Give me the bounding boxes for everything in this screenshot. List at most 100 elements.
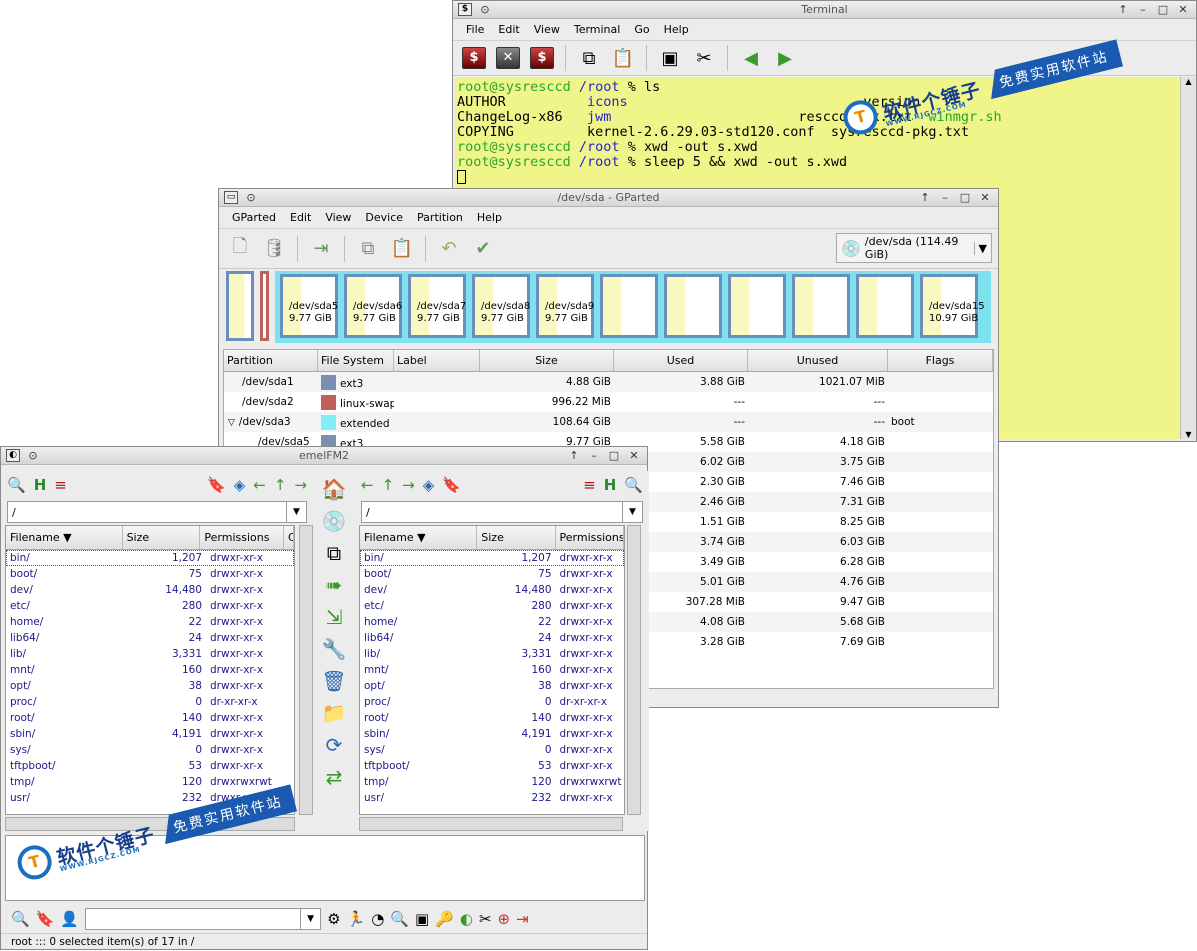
fullscreen-button[interactable]: ▣ [655, 43, 685, 73]
scroll-up-icon[interactable]: ▲ [1181, 77, 1196, 86]
terminal-icon[interactable]: ▣ [415, 910, 429, 928]
undo-button[interactable]: ↶ [434, 234, 464, 264]
scroll-down-icon[interactable]: ▼ [1181, 430, 1196, 439]
table-row[interactable]: /dev/sda2 linux-swap 996.22 MiB --- --- [224, 392, 993, 412]
menu-terminal[interactable]: Terminal [567, 23, 628, 36]
minimize-icon[interactable]: – [1136, 3, 1150, 17]
menu-go[interactable]: Go [627, 23, 656, 36]
partition-box-logical[interactable] [792, 274, 850, 338]
emelfm-app-icon[interactable]: ◐ [6, 448, 20, 462]
partition-box-logical[interactable] [728, 274, 786, 338]
list-item[interactable]: bin/1,207 drwxr-xr-x [360, 550, 624, 566]
chevron-down-icon[interactable]: ▼ [286, 502, 306, 522]
run-icon[interactable]: 🏃 [347, 910, 366, 928]
bookmark-add-icon[interactable]: 🔖 [36, 910, 55, 928]
right-vscroll[interactable] [627, 525, 641, 815]
list-item[interactable]: sbin/4,191 drwxr-xr-x [6, 726, 294, 742]
home-icon[interactable]: 🏠 [322, 477, 347, 501]
partition-box-logical[interactable] [664, 274, 722, 338]
copy-button[interactable]: ⧉ [353, 234, 383, 264]
list-item[interactable]: sys/0 drwxr-xr-x [360, 742, 624, 758]
list-item[interactable]: tmp/120 drwxrwxrwt [6, 774, 294, 790]
find-icon[interactable]: 🔍 [7, 476, 26, 494]
menu-view[interactable]: View [527, 23, 567, 36]
close-icon[interactable]: ✕ [1176, 3, 1190, 17]
partition-box-logical[interactable] [856, 274, 914, 338]
trash-icon[interactable]: 🗑 [321, 669, 346, 693]
partition-box-logical[interactable]: /dev/sda5 9.77 GiB [280, 274, 338, 338]
list-item[interactable]: mnt/160 drwxr-xr-x [360, 662, 624, 678]
delete-partition-button[interactable]: 🛢 [259, 234, 289, 264]
list-item[interactable]: boot/75 drwxr-xr-x [360, 566, 624, 582]
partition-box-logical[interactable]: /dev/sda9 9.77 GiB [536, 274, 594, 338]
menu-help[interactable]: Help [657, 23, 696, 36]
forward-icon[interactable]: → [402, 476, 415, 494]
home-h-icon[interactable]: H [34, 476, 47, 494]
user-icon[interactable]: 👤 [60, 910, 79, 928]
col-flags[interactable]: Flags [888, 350, 993, 371]
next-tab-button[interactable]: ▶ [770, 43, 800, 73]
close-icon[interactable]: ✕ [978, 191, 992, 205]
list-item[interactable]: tmp/120 drwxrwxrwt [360, 774, 624, 790]
prev-tab-button[interactable]: ◀ [736, 43, 766, 73]
chart-icon[interactable]: ◔ [371, 910, 384, 928]
right-hscroll[interactable] [359, 817, 623, 831]
chmod-icon[interactable]: 🔧 [322, 637, 347, 661]
list-item[interactable]: opt/38 drwxr-xr-x [360, 678, 624, 694]
swap-panes-icon[interactable]: ⇄ [326, 765, 343, 789]
zoom-icon[interactable]: 🔍 [390, 910, 409, 928]
maximize-icon[interactable]: □ [958, 191, 972, 205]
col-filename[interactable]: Filename ▼ [360, 526, 478, 549]
partition-box-sda1[interactable] [226, 271, 254, 341]
expander-icon[interactable]: ▽ [228, 418, 235, 428]
move-icon[interactable]: ➠ [326, 573, 343, 597]
list-item[interactable]: root/140 drwxr-xr-x [6, 710, 294, 726]
raise-icon[interactable]: ↑ [1116, 3, 1130, 17]
window-menu-icon[interactable]: ⊙ [26, 449, 40, 463]
copy-icon[interactable]: ⧉ [327, 541, 341, 565]
list-item[interactable]: tftpboot/53 drwxr-xr-x [6, 758, 294, 774]
apply-button[interactable]: ✔ [468, 234, 498, 264]
partition-box-logical[interactable]: /dev/sda6 9.77 GiB [344, 274, 402, 338]
col-label[interactable]: Label [394, 350, 480, 371]
chevron-down-icon[interactable]: ▼ [300, 909, 320, 929]
list-item[interactable]: proc/0 dr-xr-xr-x [360, 694, 624, 710]
terminal-titlebar[interactable]: $ ⊙ Terminal ↑ – □ ✕ [453, 1, 1196, 19]
col-used[interactable]: Used [614, 350, 748, 371]
col-unused[interactable]: Unused [748, 350, 888, 371]
col-size[interactable]: Size [123, 526, 201, 549]
list-item[interactable]: mnt/160 drwxr-xr-x [6, 662, 294, 678]
exit-icon[interactable]: ⇥ [516, 910, 529, 928]
gparted-app-icon[interactable]: ▭ [224, 190, 238, 204]
back-icon[interactable]: ← [253, 476, 266, 494]
col-permissions[interactable]: Permissions [556, 526, 624, 549]
link-icon[interactable]: ⇲ [326, 605, 343, 629]
col-size[interactable]: Size [477, 526, 556, 549]
col-size[interactable]: Size [480, 350, 614, 371]
list-item[interactable]: dev/14,480 drwxr-xr-x [6, 582, 294, 598]
preferences-button[interactable]: ✂ [689, 43, 719, 73]
list-item[interactable]: proc/0 dr-xr-xr-x [6, 694, 294, 710]
menu-file[interactable]: File [459, 23, 491, 36]
menu-edit[interactable]: Edit [491, 23, 526, 36]
left-vscroll[interactable] [299, 525, 313, 815]
menu-view[interactable]: View [318, 211, 358, 224]
list-item[interactable]: lib/3,331 drwxr-xr-x [6, 646, 294, 662]
list-item[interactable]: lib64/24 drwxr-xr-x [6, 630, 294, 646]
resize-move-button[interactable]: ⇥ [306, 234, 336, 264]
help-icon[interactable]: ⊕ [498, 910, 511, 928]
partition-box-logical[interactable] [600, 274, 658, 338]
terminal-scrollbar[interactable]: ▲ ▼ [1180, 77, 1196, 439]
back-icon[interactable]: ← [361, 476, 374, 494]
copy-button[interactable]: ⧉ [574, 43, 604, 73]
menu-partition[interactable]: Partition [410, 211, 470, 224]
menu-gparted[interactable]: GParted [225, 211, 283, 224]
refresh-icon[interactable]: ⟳ [326, 733, 343, 757]
right-path-input[interactable]: / ▼ [361, 501, 643, 523]
tool-icon[interactable]: ⚙ [327, 910, 340, 928]
list-item[interactable]: sbin/4,191 drwxr-xr-x [360, 726, 624, 742]
new-partition-button[interactable]: 🗋 [225, 234, 255, 264]
minimize-icon[interactable]: – [587, 449, 601, 463]
partition-box-logical[interactable]: /dev/sda7 9.77 GiB [408, 274, 466, 338]
emelfm-titlebar[interactable]: ◐ ⊙ emelFM2 ↑ – □ ✕ [1, 447, 647, 465]
